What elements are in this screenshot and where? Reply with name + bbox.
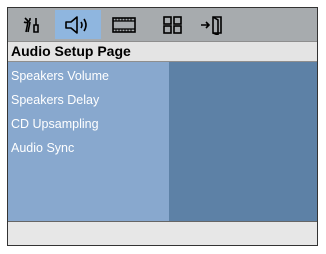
osd-frame: Audio Setup Page Speakers Volume Speaker… bbox=[7, 7, 318, 246]
value-panel bbox=[169, 62, 317, 221]
tab-video-setup[interactable] bbox=[108, 10, 140, 39]
preferences-icon bbox=[163, 15, 182, 34]
help-bar bbox=[8, 221, 317, 245]
settings-icon bbox=[23, 16, 39, 33]
menu-item-audio-sync[interactable]: Audio Sync bbox=[8, 136, 169, 160]
menu-panel: Speakers Volume Speakers Delay CD Upsamp… bbox=[8, 62, 169, 221]
speaker-icon bbox=[65, 15, 87, 34]
page-title: Audio Setup Page bbox=[8, 41, 317, 62]
menu-item-cd-upsampling[interactable]: CD Upsampling bbox=[8, 112, 169, 136]
tab-preference-setup[interactable] bbox=[159, 10, 187, 39]
content-area: Speakers Volume Speakers Delay CD Upsamp… bbox=[8, 62, 317, 221]
exit-icon bbox=[201, 15, 222, 35]
tab-general-setup[interactable] bbox=[18, 10, 48, 39]
tab-exit[interactable] bbox=[196, 10, 230, 39]
menu-item-speakers-volume[interactable]: Speakers Volume bbox=[8, 64, 169, 88]
display-icon bbox=[112, 16, 136, 33]
tab-audio-setup[interactable] bbox=[55, 10, 101, 39]
setup-toolbar bbox=[8, 8, 317, 41]
menu-item-speakers-delay[interactable]: Speakers Delay bbox=[8, 88, 169, 112]
